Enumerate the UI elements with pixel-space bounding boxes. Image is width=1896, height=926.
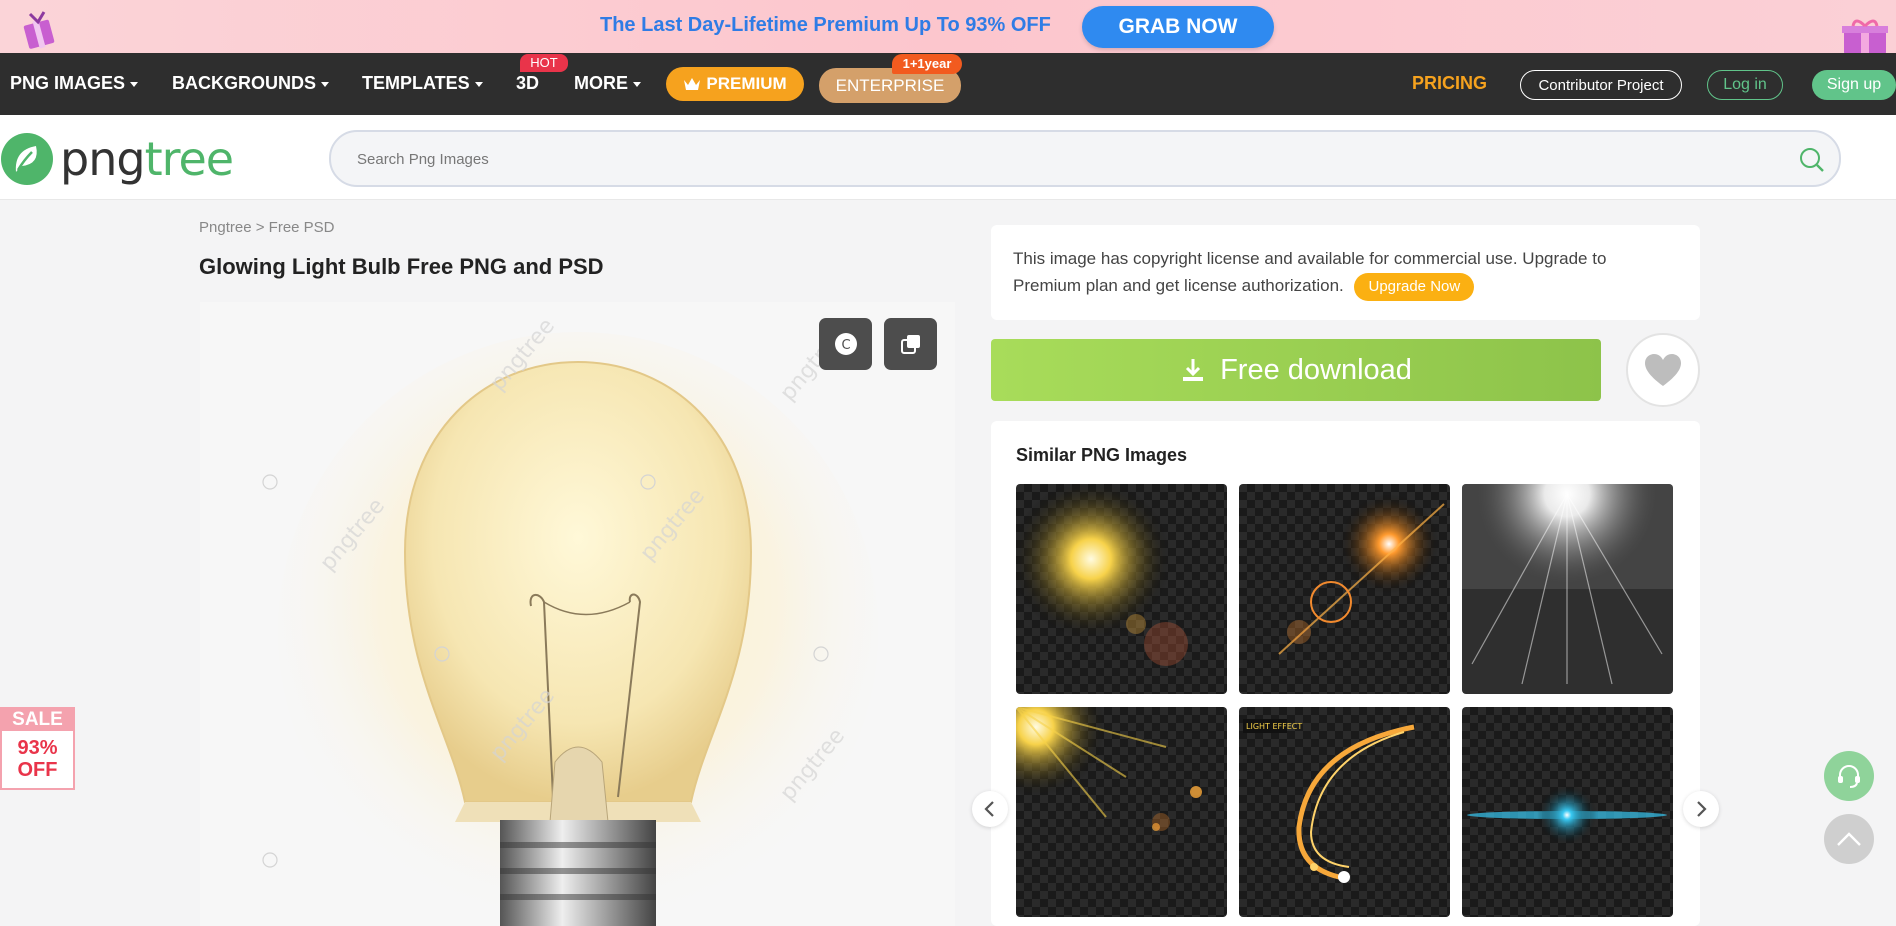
nav-label: PNG IMAGES — [10, 73, 126, 93]
sale-off: OFF — [17, 759, 58, 781]
nav-backgrounds[interactable]: BACKGROUNDS — [172, 73, 329, 94]
premium-button[interactable]: PREMIUM — [666, 67, 804, 101]
signup-button[interactable]: Sign up — [1812, 70, 1896, 100]
thumb-image — [1462, 484, 1673, 694]
search-bar — [329, 130, 1841, 187]
chevron-left-icon — [984, 801, 994, 817]
nav-label: MORE — [574, 73, 628, 93]
license-notice: This image has copyright license and ava… — [991, 225, 1700, 320]
breadcrumb-current[interactable]: Free PSD — [269, 219, 335, 236]
gift-icon — [1842, 19, 1888, 54]
nav-label: BACKGROUNDS — [172, 73, 316, 93]
breadcrumb-separator: > — [255, 219, 265, 236]
contributor-project-button[interactable]: Contributor Project — [1520, 70, 1682, 100]
sale-label: SALE — [2, 709, 73, 731]
similar-images-panel: Similar PNG Images LIGHT EFFECT — [972, 421, 1719, 926]
promo-banner: The Last Day-Lifetime Premium Up To 93% … — [0, 0, 1896, 54]
copyright-info-button[interactable]: C — [819, 318, 872, 370]
light-bulb-image: pngtree pngtree pngtree pngtree pngtree … — [262, 314, 878, 926]
heart-icon — [1645, 354, 1681, 386]
copyright-letter: C — [841, 338, 850, 353]
sale-percent: 93% — [17, 737, 58, 759]
caret-down-icon — [474, 81, 483, 87]
nav-png-images[interactable]: PNG IMAGES — [10, 73, 139, 94]
logo-text-part: png — [60, 132, 146, 186]
nav-templates[interactable]: TEMPLATES — [362, 73, 483, 94]
headset-icon — [1838, 765, 1860, 788]
similar-prev-button[interactable] — [972, 791, 1008, 827]
similar-thumb-sun-rays-sparkles[interactable] — [1016, 707, 1227, 917]
caret-down-icon — [633, 81, 641, 87]
breadcrumb: Pngtree > Free PSD — [199, 219, 335, 236]
similar-title: Similar PNG Images — [1016, 445, 1188, 465]
search-icon[interactable] — [1799, 147, 1825, 173]
logo-text-part: tree — [144, 132, 235, 186]
nav-label: TEMPLATES — [362, 73, 470, 93]
thumb-image — [1462, 707, 1673, 917]
pricing-link[interactable]: PRICING — [1412, 73, 1487, 94]
download-label: Free download — [1220, 353, 1412, 386]
caret-down-icon — [130, 81, 139, 87]
page-title: Glowing Light Bulb Free PNG and PSD — [199, 254, 604, 279]
logo-text: pngtree — [60, 132, 235, 186]
customer-support-button[interactable] — [1824, 751, 1874, 801]
favorite-button[interactable] — [1626, 333, 1700, 407]
image-preview: pngtree pngtree pngtree pngtree pngtree … — [200, 302, 955, 926]
sale-badge[interactable]: SALE 93% OFF — [0, 707, 75, 790]
nav-more[interactable]: MORE — [574, 73, 641, 94]
copyright-icon: C — [834, 333, 857, 355]
similar-thumb-blue-lens-flare[interactable] — [1462, 707, 1673, 917]
login-button[interactable]: Log in — [1707, 70, 1783, 100]
thumb-caption: LIGHT EFFECT — [1246, 722, 1302, 731]
enterprise-badge: 1+1year — [892, 54, 962, 74]
free-download-button[interactable]: Free download — [991, 339, 1601, 401]
thumb-image — [1239, 484, 1450, 694]
caret-down-icon — [321, 81, 329, 87]
site-header: pngtree — [0, 115, 1896, 200]
promo-text: The Last Day-Lifetime Premium Up To 93% … — [600, 14, 1051, 36]
license-text: This image has copyright license and ava… — [1013, 249, 1607, 295]
chevron-up-icon — [1837, 832, 1861, 846]
upgrade-now-button[interactable]: Upgrade Now — [1354, 272, 1475, 301]
thumb-image: LIGHT EFFECT — [1239, 707, 1450, 917]
grab-now-button[interactable]: GRAB NOW — [1082, 6, 1274, 48]
gift-icon — [23, 11, 55, 49]
search-input[interactable] — [357, 146, 1737, 172]
copy-button[interactable] — [884, 318, 937, 370]
leaf-logo-icon — [1, 133, 53, 185]
pngtree-logo[interactable]: pngtree — [0, 132, 235, 186]
premium-label: PREMIUM — [706, 74, 787, 93]
similar-thumb-light-effect-swirl[interactable]: LIGHT EFFECT — [1239, 707, 1450, 917]
copy-icon — [900, 335, 920, 354]
similar-thumb-white-light-rays[interactable] — [1462, 484, 1673, 694]
similar-thumb-lens-flare[interactable] — [1239, 484, 1450, 694]
download-icon — [1183, 359, 1204, 381]
thumb-image — [1016, 484, 1227, 694]
back-to-top-button[interactable] — [1824, 814, 1874, 864]
chevron-right-icon — [1697, 801, 1707, 817]
crown-icon — [684, 78, 701, 90]
similar-thumb-golden-glow[interactable] — [1016, 484, 1227, 694]
nav-3d[interactable]: 3D — [516, 73, 539, 94]
thumb-image — [1016, 707, 1227, 917]
breadcrumb-root[interactable]: Pngtree — [199, 219, 252, 236]
similar-next-button[interactable] — [1683, 791, 1719, 827]
hot-badge: HOT — [520, 54, 568, 72]
